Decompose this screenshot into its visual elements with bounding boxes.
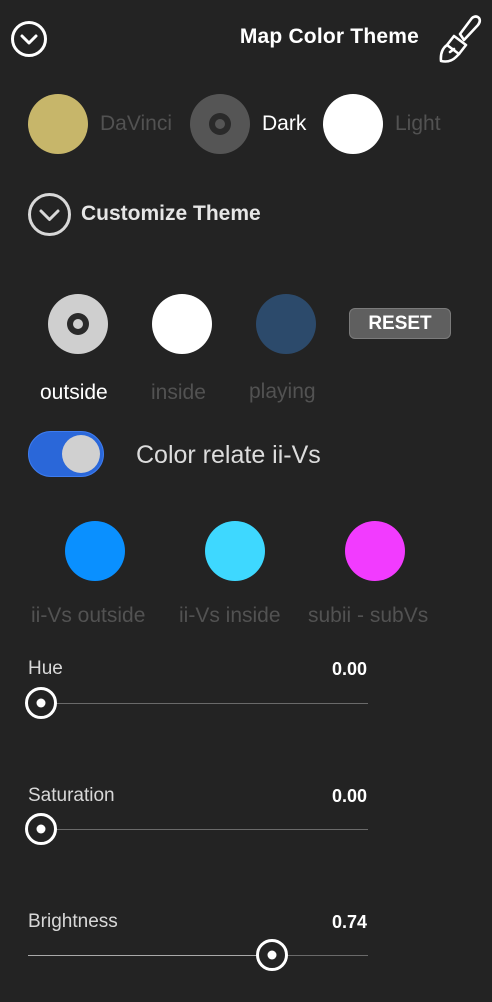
theme-light-label[interactable]: Light (395, 112, 441, 136)
paint-brush-icon[interactable] (436, 14, 482, 64)
theme-dark-swatch[interactable] (190, 94, 250, 154)
chevron-down-icon (20, 34, 38, 45)
reset-button[interactable]: RESET (349, 308, 451, 339)
iiv-outside-swatch[interactable] (65, 521, 125, 581)
saturation-value: 0.00 (331, 786, 367, 806)
saturation-slider-thumb[interactable] (25, 813, 57, 845)
theme-davinci-label[interactable]: DaVinci (100, 112, 172, 136)
selected-indicator-icon (67, 313, 89, 335)
customize-chevron-icon[interactable] (28, 193, 71, 236)
slot-outside-swatch[interactable] (48, 294, 108, 354)
chevron-down-icon (39, 209, 60, 221)
theme-light-swatch[interactable] (323, 94, 383, 154)
hue-slider-thumb[interactable] (25, 687, 57, 719)
collapse-chevron-icon[interactable] (11, 21, 47, 57)
customize-theme-label[interactable]: Customize Theme (81, 202, 261, 226)
iiv-inside-swatch[interactable] (205, 521, 265, 581)
toggle-label: Color relate ii-Vs (136, 441, 321, 469)
theme-dark-label[interactable]: Dark (262, 112, 306, 136)
saturation-label: Saturation (28, 785, 115, 806)
iiv-outside-label: ii-Vs outside (31, 604, 146, 627)
saturation-slider-track[interactable] (25, 813, 368, 845)
theme-davinci-swatch[interactable] (28, 94, 88, 154)
brightness-label: Brightness (28, 911, 118, 932)
iiv-inside-label: ii-Vs inside (179, 604, 281, 627)
slot-inside-label[interactable]: inside (151, 381, 206, 405)
subii-subv-swatch[interactable] (345, 521, 405, 581)
hue-label: Hue (28, 658, 63, 679)
brightness-slider-thumb[interactable] (255, 939, 288, 971)
slot-playing-label[interactable]: playing (249, 380, 316, 404)
slot-outside-label[interactable]: outside (40, 381, 108, 405)
brightness-value: 0.74 (331, 912, 367, 932)
slot-inside-swatch[interactable] (152, 294, 212, 354)
hue-value: 0.00 (331, 659, 367, 679)
toggle-knob[interactable] (62, 435, 100, 473)
hue-slider-track[interactable] (25, 687, 368, 719)
brightness-slider-track[interactable] (28, 939, 368, 971)
page-title: Map Color Theme (239, 25, 419, 48)
selected-indicator-icon (209, 113, 231, 135)
slot-playing-swatch[interactable] (256, 294, 316, 354)
subii-subv-label: subii - subVs (308, 604, 429, 627)
